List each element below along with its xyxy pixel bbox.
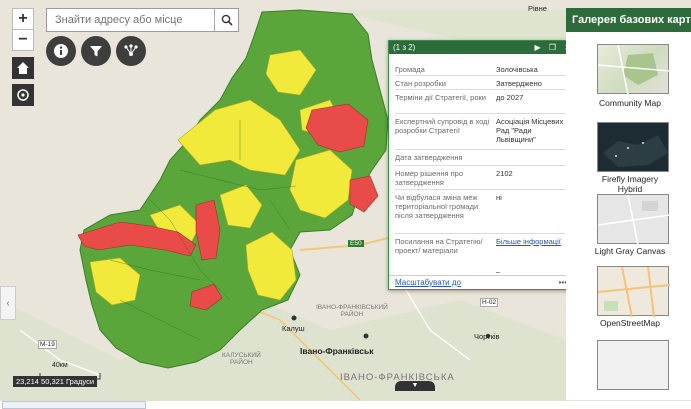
filter-icon: [90, 46, 102, 57]
filter-button[interactable]: [81, 36, 111, 66]
feature-popup: (1 з 2) ▶ ❐ ✕ Громада Золочівська Стан р…: [388, 40, 578, 290]
locate-button[interactable]: [12, 84, 34, 106]
popup-value: Золочівська: [496, 65, 538, 74]
popup-key: Терміни дії Стратегії, роки: [395, 93, 486, 102]
popup-key: Посилання на Стратегію/ проект/ матеріал…: [395, 237, 483, 255]
popup-key: Дата затвердження: [395, 153, 463, 162]
road-label-e50: E50: [348, 240, 364, 247]
bottom-tab[interactable]: [2, 401, 146, 409]
popup-key: Номер рішення про затвердження: [395, 169, 464, 187]
road-label-h02: Н-02: [480, 298, 499, 307]
basemap-label: Light Gray Canvas: [594, 246, 666, 256]
popup-value: до 2027: [496, 93, 524, 102]
basemap-tile-osm[interactable]: [597, 266, 671, 318]
popup-key: Стан розробки: [395, 79, 446, 88]
basemap-tile-firefly[interactable]: [597, 122, 669, 172]
popup-value: Затверджено: [496, 79, 542, 88]
city-label-ivano-frankivsk: Івано-Франківськ: [300, 346, 374, 356]
popup-key: Чи відбулася зміна меж територіальної гр…: [395, 193, 479, 220]
home-icon: [17, 62, 29, 74]
info-button[interactable]: [46, 36, 76, 66]
bottom-panel-handle[interactable]: ▼: [395, 381, 435, 391]
popup-key: Громада: [395, 65, 425, 74]
zoom-to-link[interactable]: Масштабувати до: [395, 278, 461, 287]
basemap-gallery: Галерея базових карт Community Map Firef…: [566, 8, 691, 400]
coordinates-readout: 23,214 50,321 Градуси: [13, 376, 98, 387]
share-button[interactable]: [116, 36, 146, 66]
basemap-label: OpenStreetMap: [599, 318, 660, 328]
rayon-label-kalush: КАЛУСЬКИЙ РАЙОН: [222, 352, 261, 366]
side-panel-toggle[interactable]: ‹: [0, 286, 16, 320]
popup-footer: Масштабувати до •••: [389, 275, 577, 289]
search-input[interactable]: [47, 9, 212, 31]
share-icon: [124, 44, 138, 56]
home-button[interactable]: [12, 57, 34, 79]
popup-key: Експертний супровід в ході розробки Стра…: [395, 117, 490, 135]
basemap-tile-community[interactable]: [597, 44, 671, 96]
scale-label: 40км: [52, 362, 68, 369]
popup-counter: (1 з 2): [393, 43, 416, 52]
map-app: Рівне Калуш Івано-Франківськ ІВАНО-ФРАНК…: [0, 0, 691, 409]
search-button[interactable]: [214, 9, 238, 31]
rayon-label-ivano: ІВАНО-ФРАНКІВСЬКИЙ РАЙОН: [316, 304, 388, 318]
basemap-label: Community Map: [599, 98, 661, 108]
city-label-chortkiv: Чортків: [474, 332, 500, 341]
zoom-out-button[interactable]: −: [12, 29, 34, 51]
city-label-kalush: Калуш: [282, 324, 305, 333]
popup-value: ні: [496, 193, 502, 202]
basemap-tile-blank[interactable]: [597, 340, 669, 390]
popup-value: Асоціація Місцевих Рад "Ради Львівщини": [496, 117, 564, 144]
gallery-title: Галерея базових карт: [566, 8, 691, 32]
city-label-rivne: Рівне: [528, 4, 547, 13]
search-icon: [221, 14, 233, 26]
popup-value: 2102: [496, 169, 513, 178]
basemap-tile-light-gray[interactable]: [597, 194, 671, 246]
zoom-in-button[interactable]: +: [12, 8, 34, 30]
more-info-link[interactable]: Більше інформації: [496, 237, 572, 246]
basemap-label: Firefly Imagery Hybrid: [601, 174, 659, 194]
road-label-m19: М-19: [38, 340, 57, 349]
info-icon: [54, 44, 68, 58]
popup-header: (1 з 2) ▶ ❐ ✕: [389, 41, 577, 54]
search-box: [46, 8, 239, 32]
locate-icon: [17, 89, 29, 101]
